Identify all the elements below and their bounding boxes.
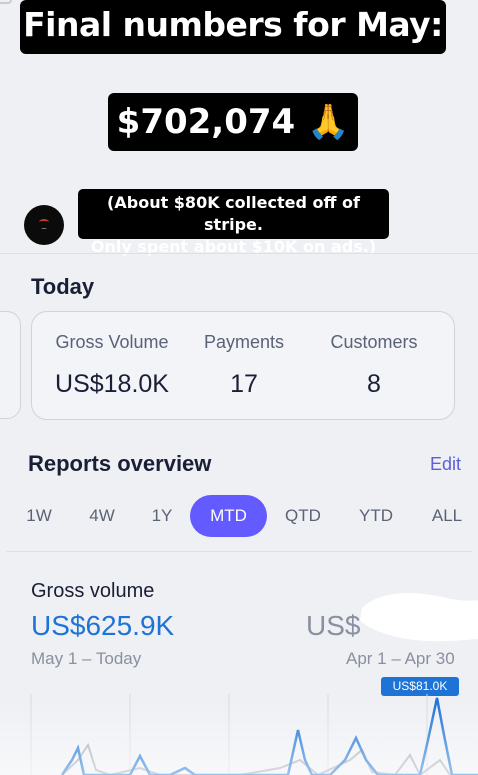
- gross-volume-value: US$625.9K: [31, 610, 175, 641]
- redaction-scribble: [360, 593, 478, 642]
- metric-gross-volume: Gross Volume US$18.0K: [52, 332, 172, 399]
- previous-period-series: [61, 742, 451, 775]
- reports-divider: [6, 551, 472, 552]
- metric-label: Customers: [330, 332, 418, 352]
- period-tab-mtd[interactable]: MTD: [190, 495, 267, 537]
- gross-volume-range: May 1 – Today: [31, 649, 142, 668]
- overlay-title-caption: Final numbers for May:: [20, 0, 446, 54]
- metric-value: 8: [367, 370, 381, 398]
- period-selector: 1W 4W 1Y MTD QTD YTD ALL: [0, 495, 478, 537]
- gross-volume-heading: Gross volume: [31, 580, 155, 602]
- metric-customers: Customers 8: [322, 332, 426, 399]
- previous-card-edge[interactable]: [0, 311, 21, 419]
- overlay-total-caption: $702,074 🙏: [108, 93, 358, 151]
- current-period-series: [60, 697, 478, 775]
- logo-wordmark: ⁓: [41, 225, 47, 232]
- metric-value: US$18.0K: [55, 370, 169, 398]
- overlay-note-caption: (About $80K collected off of stripe. Onl…: [78, 189, 389, 256]
- today-metrics-card[interactable]: Gross Volume US$18.0K Payments 17 Custom…: [31, 311, 455, 420]
- edit-reports-link[interactable]: Edit: [430, 454, 461, 475]
- reports-overview-heading: Reports overview: [28, 451, 212, 476]
- period-tab-1y[interactable]: 1Y: [141, 495, 183, 537]
- period-tab-qtd[interactable]: QTD: [280, 495, 326, 537]
- period-tab-ytd[interactable]: YTD: [353, 495, 399, 537]
- overlay-note-line-1: (About $80K collected off of stripe.: [107, 193, 360, 234]
- gross-volume-chart[interactable]: [0, 690, 478, 775]
- period-tab-1w[interactable]: 1W: [18, 495, 60, 537]
- story-corner-decoration: [0, 0, 12, 4]
- logo-icon: [39, 218, 49, 225]
- previous-period-range: Apr 1 – Apr 30: [346, 649, 455, 668]
- overlay-note-line-2: Only spent about $10K on ads.): [90, 237, 377, 256]
- today-heading: Today: [31, 274, 95, 299]
- account-avatar[interactable]: ⁓: [24, 205, 64, 245]
- metric-label: Payments: [203, 332, 285, 352]
- metric-value: 17: [230, 370, 258, 398]
- metric-label: Gross Volume: [55, 332, 169, 352]
- period-tab-all[interactable]: ALL: [424, 495, 470, 537]
- header-divider: [0, 253, 478, 254]
- period-tab-4w[interactable]: 4W: [81, 495, 123, 537]
- metric-payments: Payments 17: [194, 332, 294, 399]
